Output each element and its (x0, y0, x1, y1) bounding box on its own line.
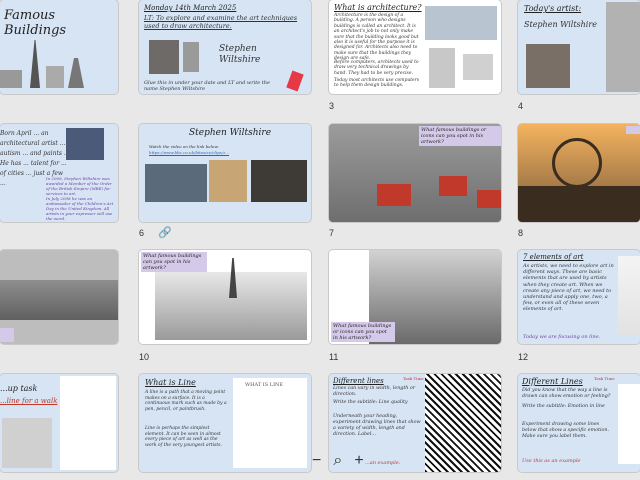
artist-name: Stephen Wiltshire (524, 20, 597, 29)
slide-8-thumbnail[interactable] (518, 124, 640, 222)
slide-body-2: Experiment drawing some lines below that… (522, 422, 609, 439)
video-link[interactable]: https://www.bbc.co.uk/bitesize/clips/z..… (149, 150, 229, 155)
red-bus-1 (377, 184, 411, 206)
red-bus-3 (477, 190, 501, 208)
eiffel-tower-drawing (30, 40, 40, 88)
slide-body-2: Line is perhaps the simplest element. It… (145, 426, 222, 448)
slide-6-number: 6 (139, 228, 145, 238)
slide-title: What is Line (145, 378, 196, 387)
house-drawing (463, 54, 493, 80)
artist-photo (526, 44, 570, 88)
artist-photo (149, 40, 179, 74)
slide-title: Stephen Wiltshire (189, 128, 272, 138)
zoom-in-button[interactable]: + (354, 452, 363, 470)
question-caption: What famous buildings or icons can you s… (331, 322, 395, 342)
red-bus-2 (439, 176, 467, 196)
slide-13-thumbnail[interactable]: ...up task ...line for a walk (0, 374, 118, 472)
slide-title: Monday 14th March 2025 (144, 4, 237, 12)
zoom-search-icon[interactable]: ⌕ (333, 452, 342, 470)
building-sketch (0, 70, 22, 88)
slide-12-thumbnail[interactable]: 7 elements of art As artists, we need to… (518, 250, 640, 344)
elements-chart (618, 256, 640, 336)
slide-subtitle: Write the subtitle: Emotion in line (522, 404, 605, 409)
video-thumbnail-1 (145, 164, 207, 202)
sydney-caption-box (0, 328, 14, 342)
video-instruction: Watch the video on the link below: (149, 144, 220, 149)
slide-body: Architecture is the design of a building… (334, 13, 419, 62)
glue-stick-icon (286, 70, 304, 92)
emotion-lines-example (618, 384, 640, 464)
slide-body-2: Before computers, architects used to dra… (334, 60, 419, 76)
slide-body: A line is a path that a moving point mak… (145, 390, 227, 412)
slide-5-thumbnail[interactable]: Born April ... an architectural artist .… (0, 124, 118, 222)
link-icon[interactable]: 🔗 (158, 226, 172, 239)
slide-14-thumbnail[interactable]: What is Line A line is a path that a mov… (139, 374, 311, 472)
ambassador-caption: In July 2008 he was an ambassador of the… (46, 196, 114, 221)
slide-2-thumbnail[interactable]: Monday 14th March 2025 LT: To explore an… (139, 0, 311, 94)
tower-sketch (183, 42, 199, 72)
slide-note: Glue this in under your date and LT and … (144, 80, 270, 92)
slide-6-thumbnail[interactable]: Stephen Wiltshire Watch the video on the… (139, 124, 311, 222)
task-list-panel (60, 376, 116, 470)
slide-title: ...up task (0, 384, 38, 393)
question-caption: What famous buildings can you spot in hi… (141, 252, 207, 272)
slide-body: As artists, we need to explore art in di… (523, 263, 614, 313)
city-drawing (606, 2, 640, 92)
lesson-objective: LT: To explore and examine the art techn… (144, 14, 298, 30)
slide-9-thumbnail[interactable] (0, 250, 118, 344)
what-is-line-panel (233, 378, 307, 468)
slide-sorter-grid: Famous Buildings Monday 14th March 2025 … (0, 0, 640, 480)
slide-3-number: 3 (329, 101, 335, 111)
slide-3-thumbnail[interactable]: What is architecture? Architecture is th… (329, 0, 501, 94)
slide-body: Did you know that the way a line is draw… (522, 388, 611, 399)
slide-1-thumbnail[interactable]: Famous Buildings (0, 0, 118, 94)
slide-title: Today's artist: (524, 4, 582, 13)
slide-4-thumbnail[interactable]: Today's artist: Stephen Wiltshire (518, 0, 640, 94)
artist-name: Stephen Wiltshire (219, 44, 261, 65)
award-caption: In 2006, Stephen Wiltshire was awarded a… (46, 176, 112, 196)
task-tag: Task Time (403, 376, 424, 381)
london-eye-drawing (552, 138, 602, 188)
skyline-drawing (518, 186, 640, 222)
zoom-out-button[interactable]: − (312, 452, 321, 470)
slide-footer: Today we are focusing on line. (523, 334, 601, 340)
slide-16-thumbnail[interactable]: Different Lines Task Time Did you know t… (518, 374, 640, 472)
slide-body-3: Today most architects use computers to h… (334, 78, 420, 89)
slide-10-number: 10 (139, 352, 150, 362)
slide-8-number: 8 (518, 228, 524, 238)
slide-body: Lines can vary in width, length or direc… (333, 386, 416, 397)
slide-body-2: Underneath your heading, experiment draw… (333, 414, 421, 437)
slide-title: Different Lines (522, 377, 583, 386)
slide-4-number: 4 (518, 101, 524, 111)
question-caption (626, 126, 640, 134)
slide-title: Famous Buildings (4, 8, 67, 38)
slide-7-number: 7 (329, 228, 335, 238)
artist-photo (251, 160, 307, 202)
task-tag: Task Time (594, 376, 615, 381)
slide-title: 7 elements of art (523, 253, 584, 261)
tower-sketch (68, 58, 84, 88)
sydney-opera-house-drawing (0, 280, 118, 320)
slide-title: Different lines (333, 377, 384, 385)
slide-subtitle: ...line for a walk (0, 397, 58, 405)
example-label: ...an example. (365, 460, 401, 466)
question-caption: What famous buildings or icons can you s… (419, 126, 501, 146)
panel-title: WHAT IS LINE (245, 382, 284, 388)
building-drawing (429, 48, 455, 88)
slide-12-number: 12 (518, 352, 529, 362)
slide-10-thumbnail[interactable]: What famous buildings can you spot in hi… (139, 250, 311, 344)
slide-7-thumbnail[interactable]: What famous buildings or icons can you s… (329, 124, 501, 222)
hand-drawing-photo (425, 6, 497, 40)
line-drawing-example (2, 418, 52, 468)
video-thumbnail-2 (209, 160, 247, 202)
example-label: Use this as an example (522, 458, 581, 464)
slide-11-thumbnail[interactable]: What famous buildings or icons can you s… (329, 250, 501, 344)
slide-title: What is architecture? (334, 3, 422, 12)
zoom-controls: − ⌕ + (312, 452, 364, 470)
line-examples-grid (425, 374, 501, 472)
artist-photo (66, 128, 104, 160)
slide-subtitle: Write the subtitle: Line quality (333, 400, 408, 405)
slide-11-number: 11 (329, 352, 339, 362)
arch-sketch (46, 66, 64, 88)
